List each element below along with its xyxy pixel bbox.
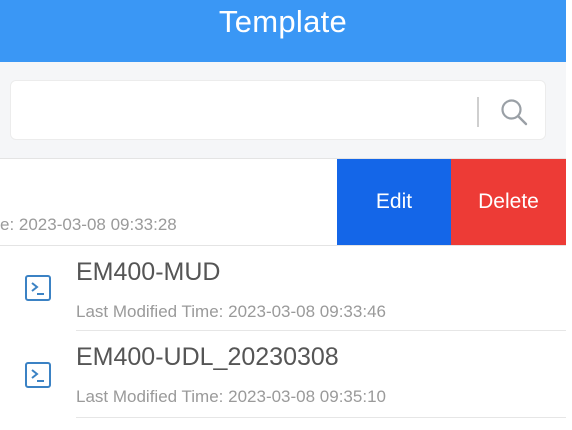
template-modified-time: Last Modified Time: 2023-03-08 09:35:10: [76, 387, 386, 406]
search-icon[interactable]: [499, 97, 529, 127]
template-modified-time: Last Modified Time: 2023-03-08 09:33:46: [76, 302, 386, 321]
edit-button[interactable]: Edit: [337, 159, 451, 245]
swiped-template-row[interactable]: e: 2023-03-08 09:33:28 Edit Delete: [0, 159, 566, 245]
terminal-file-icon: [25, 275, 51, 301]
delete-button[interactable]: Delete: [451, 159, 566, 245]
app-header: Template: [0, 0, 566, 62]
edit-button-label: Edit: [375, 190, 413, 213]
list-item[interactable]: EM400-MUD Last Modified Time: 2023-03-08…: [0, 246, 566, 330]
search-bar-area: [0, 62, 566, 158]
list-item[interactable]: EM400-UDL_20230308 Last Modified Time: 2…: [0, 331, 566, 417]
search-box[interactable]: [10, 80, 546, 140]
page-title: Template: [218, 4, 348, 39]
template-name: EM400-UDL_20230308: [76, 343, 339, 371]
right-gutter: [566, 0, 572, 430]
template-name: EM400-MUD: [76, 258, 221, 286]
delete-button-label: Delete: [478, 190, 539, 213]
row-modified-time: e: 2023-03-08 09:33:28: [0, 215, 177, 234]
divider: [76, 417, 566, 418]
terminal-file-icon: [25, 362, 51, 388]
search-input[interactable]: [23, 91, 467, 131]
search-divider: [477, 97, 479, 127]
